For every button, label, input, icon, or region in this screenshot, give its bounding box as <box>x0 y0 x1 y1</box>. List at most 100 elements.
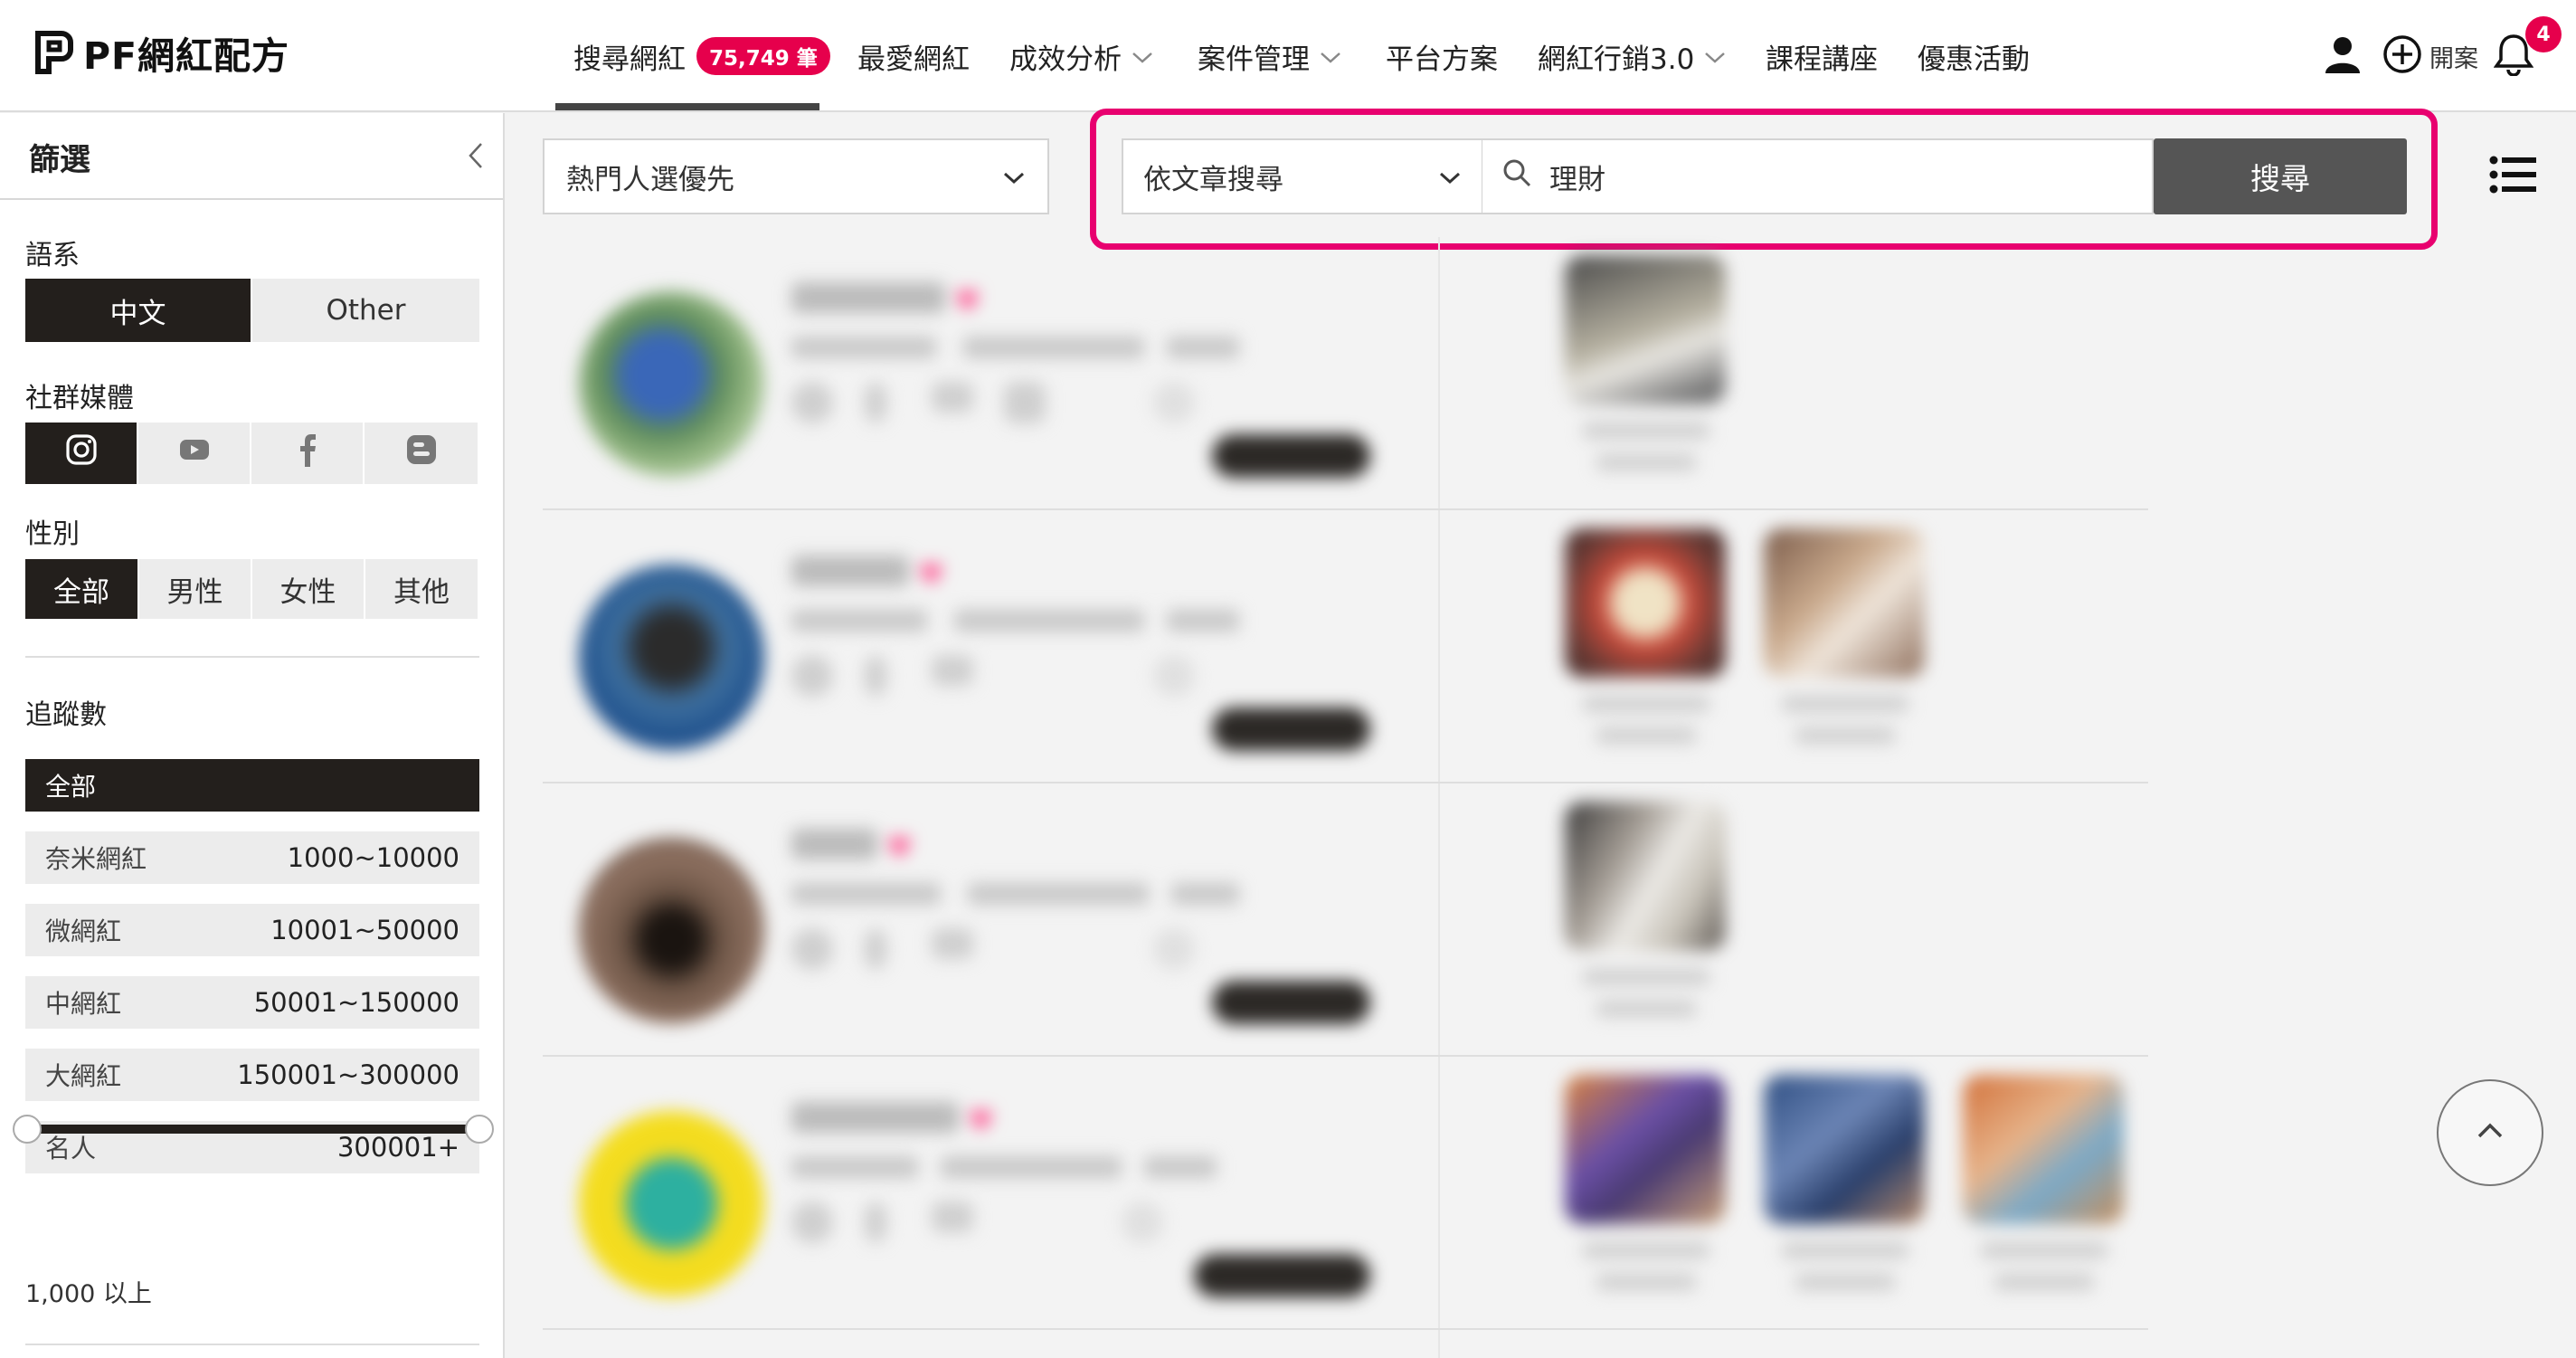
instagram-option[interactable] <box>25 423 137 484</box>
heart-outline-icon <box>1122 1201 1163 1243</box>
stat-placeholder <box>1171 883 1239 905</box>
nav-case-management[interactable]: 案件管理 <box>1198 0 1342 112</box>
tier-name: 大網紅 <box>45 1061 122 1091</box>
sidebar-header: 篩選 <box>0 113 503 200</box>
influencer-profile-blurred: ♥ <box>543 783 1438 1057</box>
slider-min-handle[interactable] <box>13 1115 42 1144</box>
youtube-option[interactable] <box>138 423 250 484</box>
facebook-icon <box>864 1201 887 1243</box>
follower-tier-nano[interactable]: 奈米網紅 1000~10000 <box>25 831 479 884</box>
user-icon <box>2323 34 2363 78</box>
post-date-placeholder <box>1583 423 1709 439</box>
avatar <box>579 1111 764 1296</box>
post-date-placeholder <box>1583 1242 1709 1258</box>
heart-icon: ♥ <box>918 557 944 592</box>
name-placeholder <box>791 556 909 586</box>
influencer-card[interactable]: ♥ <box>543 237 2551 510</box>
post-thumbnail <box>1963 1075 2124 1224</box>
tier-range: 150001~300000 <box>237 1059 459 1090</box>
gender-option-male[interactable]: 男性 <box>139 559 251 619</box>
nav-favorite-influencers[interactable]: 最愛網紅 <box>857 0 970 112</box>
view-button <box>1212 434 1370 478</box>
notifications-button[interactable] <box>2493 0 2534 112</box>
search-input[interactable]: 理財 <box>1482 138 2154 214</box>
sidebar-divider <box>25 1344 479 1345</box>
nav-promotions[interactable]: 優惠活動 <box>1918 0 2030 112</box>
slider-max-handle[interactable] <box>465 1115 494 1144</box>
follower-tier-all[interactable]: 全部 <box>25 759 479 812</box>
post-stat-placeholder <box>1596 1274 1696 1290</box>
scroll-to-top-button[interactable] <box>2437 1079 2543 1186</box>
nav-label: 成效分析 <box>1009 43 1122 76</box>
post-thumbnails-blurred <box>1456 1057 2551 1330</box>
post-thumbnails-blurred <box>1456 237 2551 510</box>
collapse-sidebar-icon[interactable] <box>467 140 485 175</box>
influencer-profile-blurred: ♥ <box>543 510 1438 783</box>
avatar <box>579 838 764 1023</box>
nav-search-influencers[interactable]: 搜尋網紅 75,749 筆 <box>573 0 830 112</box>
post-thumbnails-blurred <box>1456 783 2551 1057</box>
filter-sidebar: 篩選 語系 中文 Other 社群媒體 性別 全部 男性 女性 其他 追蹤數 全… <box>0 113 505 1358</box>
nav-influencer-marketing[interactable]: 網紅行銷3.0 <box>1538 0 1727 112</box>
stat-placeholder <box>1144 1156 1217 1178</box>
view-button <box>1212 707 1370 751</box>
post-stat-placeholder <box>1795 1274 1895 1290</box>
facebook-icon <box>864 928 887 970</box>
follower-tier-macro[interactable]: 大網紅 150001~300000 <box>25 1049 479 1101</box>
heart-outline-icon <box>1153 655 1195 697</box>
sort-dropdown[interactable]: 熱門人選優先 <box>543 138 1049 214</box>
influencer-results-list: ♥ ♥ ♥ ♥ <box>543 237 2551 1358</box>
brand-logo[interactable]: PF網紅配方 <box>34 27 289 78</box>
tier-range: 300001+ <box>336 1132 459 1163</box>
post-thumbnail <box>1565 1075 1726 1224</box>
name-placeholder <box>791 282 945 313</box>
search-type-value: 依文章搜尋 <box>1143 163 1283 196</box>
instagram-icon <box>791 655 833 697</box>
tier-name: 奈米網紅 <box>45 844 147 874</box>
search-button[interactable]: 搜尋 <box>2154 138 2407 214</box>
sidebar-divider <box>25 656 479 658</box>
follower-tier-micro[interactable]: 微網紅 10001~50000 <box>25 904 479 956</box>
list-view-toggle[interactable] <box>2489 156 2536 197</box>
user-account-button[interactable] <box>2323 0 2363 112</box>
nav-performance-analysis[interactable]: 成效分析 <box>1009 0 1154 112</box>
post-stat-placeholder <box>1596 1001 1696 1017</box>
instagram-icon <box>791 928 833 970</box>
follower-tier-mid[interactable]: 中網紅 50001~150000 <box>25 976 479 1029</box>
nav-platform-plans[interactable]: 平台方案 <box>1386 0 1498 112</box>
post-stat-placeholder <box>1596 727 1696 744</box>
list-view-icon <box>2489 156 2536 197</box>
new-case-label: 開案 <box>2429 44 2478 73</box>
language-option-other[interactable]: Other <box>252 279 479 342</box>
nav-label: 最愛網紅 <box>857 43 970 76</box>
new-case-button[interactable]: 開案 <box>2382 0 2478 112</box>
language-filter: 中文 Other <box>25 279 479 342</box>
heart-outline-icon <box>1153 382 1195 423</box>
youtube-icon <box>932 655 973 686</box>
nav-courses[interactable]: 課程講座 <box>1766 0 1878 112</box>
influencer-card[interactable]: ♥ <box>543 1057 2551 1330</box>
facebook-option[interactable] <box>251 423 363 484</box>
language-option-chinese[interactable]: 中文 <box>25 279 251 342</box>
top-navbar: PF網紅配方 搜尋網紅 75,749 筆 最愛網紅 成效分析 案件管理 平台方案… <box>0 0 2576 112</box>
search-icon <box>1501 157 1533 196</box>
influencer-card[interactable]: ♥ <box>543 510 2551 783</box>
post-thumbnail <box>1764 1075 1925 1224</box>
influencer-profile-blurred: ♥ <box>543 237 1438 510</box>
chevron-up-icon <box>2477 1122 2504 1144</box>
pf-logo-icon <box>34 30 74 75</box>
stat-placeholder <box>954 610 1144 632</box>
gender-option-other[interactable]: 其他 <box>365 559 478 619</box>
avatar <box>579 291 764 477</box>
blog-option[interactable] <box>365 423 478 484</box>
search-type-dropdown[interactable]: 依文章搜尋 <box>1122 138 1483 214</box>
view-button <box>1194 1254 1370 1297</box>
influencer-count-badge: 75,749 筆 <box>696 37 830 75</box>
chevron-down-icon <box>1131 40 1154 72</box>
gender-option-female[interactable]: 女性 <box>252 559 364 619</box>
gender-option-all[interactable]: 全部 <box>25 559 137 619</box>
chevron-down-icon <box>1438 160 1462 193</box>
influencer-card[interactable]: ♥ <box>543 783 2551 1057</box>
card-divider <box>543 1328 2148 1330</box>
name-placeholder <box>791 829 877 859</box>
